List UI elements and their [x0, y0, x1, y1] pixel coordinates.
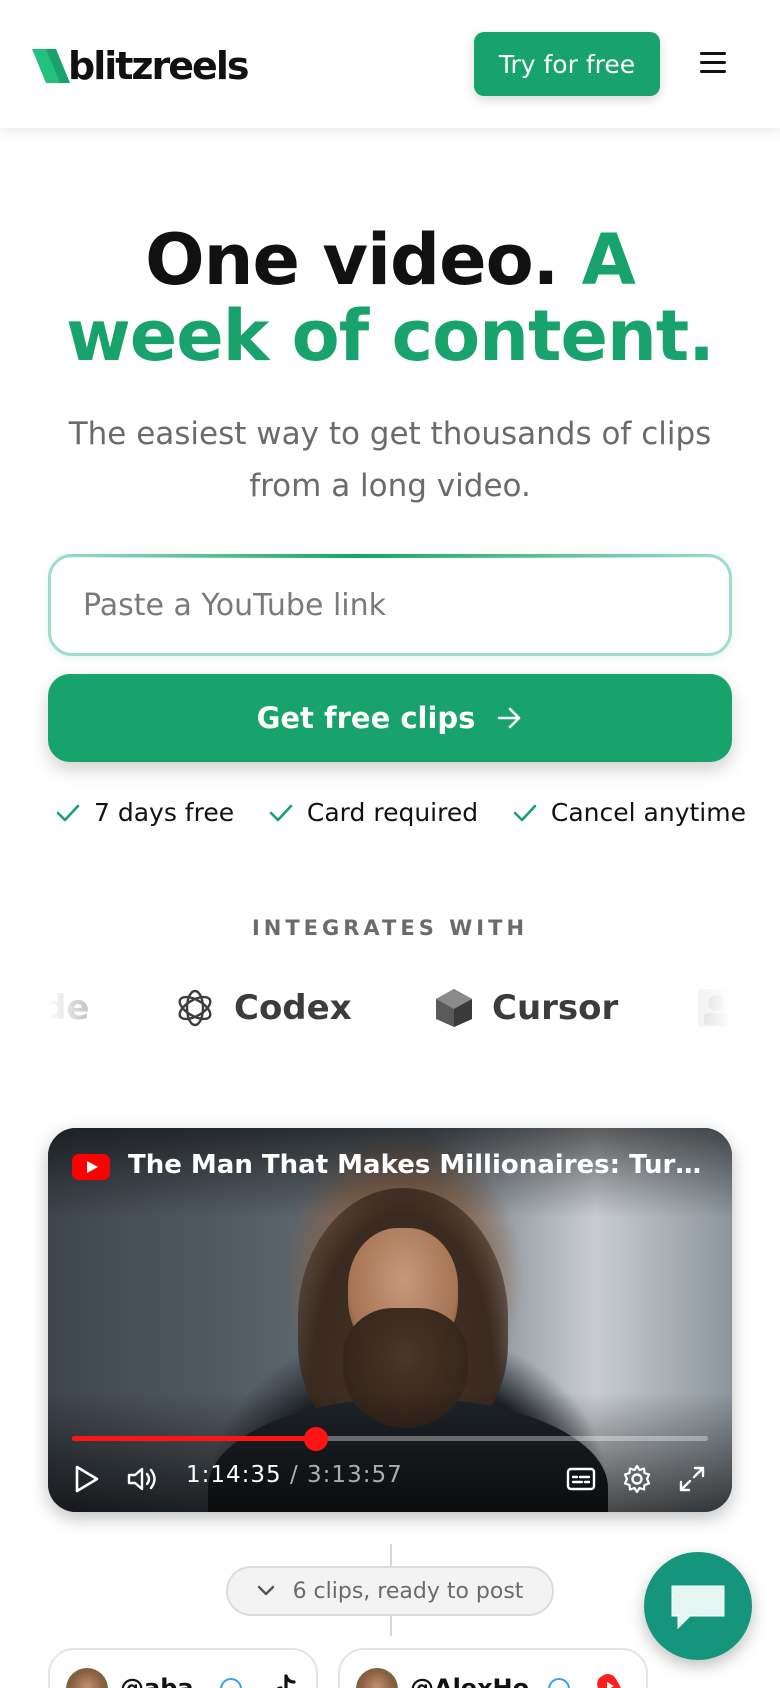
integration-item: Cursor [434, 980, 618, 1036]
check-icon [269, 804, 293, 821]
clips-ready-label: 6 clips, ready to post [292, 1578, 524, 1604]
video-current-time: 1:14:35 [186, 1462, 282, 1488]
perk-item: Card required [269, 798, 478, 827]
captions-icon[interactable] [566, 1464, 596, 1494]
hamburger-menu-icon[interactable] [700, 52, 726, 74]
hero-subtitle: The easiest way to get thousands of clip… [68, 416, 712, 504]
perk-label: 7 days free [94, 798, 235, 827]
perk-label: Card required [306, 798, 479, 827]
volume-icon[interactable] [126, 1464, 158, 1494]
play-icon[interactable] [74, 1464, 100, 1494]
tiktok-icon [276, 1674, 296, 1688]
openai-icon [178, 989, 212, 1027]
video-progress-bar[interactable] [72, 1427, 708, 1451]
blitzreels-logo[interactable]: blitzreels [32, 44, 249, 88]
carousel-fade-right [672, 980, 732, 1036]
hero-title-green-a: A [581, 219, 636, 301]
video-player[interactable]: The Man That Makes Millionaires: Turn $0… [48, 1128, 732, 1512]
chat-widget-button[interactable] [644, 1552, 752, 1660]
integration-item: Codex [174, 980, 352, 1036]
clip-card[interactable]: @AlexHo [338, 1648, 648, 1688]
carousel-fade-left [48, 980, 108, 1036]
video-progress-fill [72, 1436, 317, 1441]
connector-line [390, 1544, 392, 1566]
cursor-icon [436, 989, 472, 1027]
clip-card[interactable]: @aba [48, 1648, 318, 1688]
clip-card-handle: @AlexHo [410, 1674, 530, 1688]
clips-ready-toggle[interactable]: 6 clips, ready to post [226, 1566, 554, 1616]
perk-item: 7 days free [56, 798, 234, 827]
fullscreen-icon[interactable] [678, 1464, 706, 1494]
integrations-carousel: de Codex Cursor [48, 980, 732, 1036]
video-title[interactable]: The Man That Makes Millionaires: Turn $0… [128, 1150, 708, 1180]
logo-mark-icon [32, 49, 70, 83]
youtube-link-input[interactable] [48, 554, 732, 656]
video-total-time: 3:13:57 [307, 1462, 403, 1488]
check-icon [513, 804, 537, 821]
video-time: 1:14:35 / 3:13:57 [186, 1462, 403, 1488]
integration-label: Codex [234, 988, 352, 1028]
video-bottom-overlay [48, 1392, 732, 1512]
verified-icon [548, 1678, 570, 1688]
avatar [356, 1668, 398, 1688]
chat-bubble-icon [671, 1585, 725, 1630]
check-icon [56, 804, 80, 821]
arrow-right-icon [498, 707, 521, 729]
avatar [66, 1668, 108, 1688]
chevron-down-icon [257, 1585, 274, 1596]
perk-label: Cancel anytime [550, 798, 746, 827]
get-free-clips-button[interactable]: Get free clips [48, 674, 732, 762]
hero-title-black: One video. [145, 219, 559, 301]
integrates-heading: INTEGRATES WITH [251, 916, 529, 940]
hero-title-green-week: week of content. [66, 295, 715, 377]
site-header: blitzreels Try for free [0, 0, 780, 128]
perk-item: Cancel anytime [513, 798, 746, 827]
get-free-clips-label: Get free clips [256, 701, 476, 735]
verified-icon [220, 1678, 242, 1688]
logo-text: blitzreels [68, 44, 249, 88]
hero-title: One video. A week of content. [0, 222, 780, 374]
youtube-icon[interactable] [72, 1154, 110, 1180]
integration-label: Cursor [492, 988, 619, 1028]
clip-card-handle: @aba [120, 1674, 194, 1688]
connector-line [390, 1616, 392, 1636]
try-for-free-button[interactable]: Try for free [474, 32, 660, 96]
youtube-shorts-icon [597, 1674, 621, 1688]
video-time-separator: / [281, 1462, 308, 1488]
perks-list: 7 days free Card required Cancel anytime [56, 798, 746, 827]
settings-gear-icon[interactable] [622, 1464, 652, 1494]
